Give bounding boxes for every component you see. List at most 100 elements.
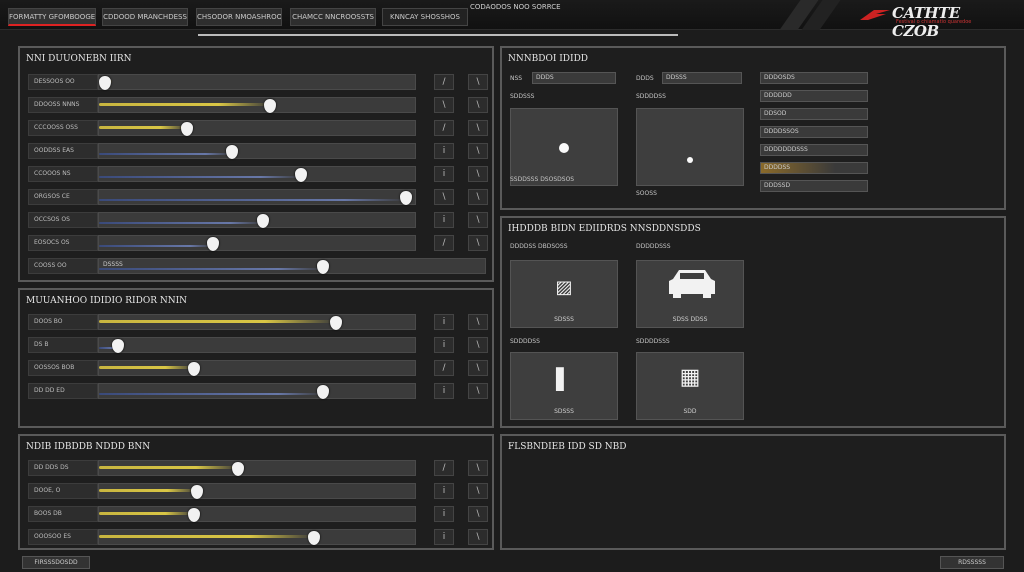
slider-label: DD DDS DS <box>28 460 98 476</box>
seat-icon: ▦ <box>679 365 701 390</box>
slider-fill <box>99 268 323 270</box>
edit-icon[interactable]: i <box>434 383 454 399</box>
edit-icon[interactable]: / <box>434 74 454 90</box>
slider-track[interactable]: DSSSS <box>98 258 486 274</box>
tab-4[interactable]: CHAMCC NNCROOSSTS <box>290 8 376 26</box>
edit-icon[interactable]: i <box>434 483 454 499</box>
link-icon[interactable]: \ <box>468 74 488 90</box>
slider-track[interactable] <box>98 74 416 90</box>
slider-thumb[interactable] <box>295 168 308 182</box>
list-item[interactable]: DDDOSDS <box>760 72 868 84</box>
edit-icon[interactable]: i <box>434 506 454 522</box>
edit-icon[interactable]: / <box>434 120 454 136</box>
tab-1[interactable]: FORMATTY GFOMBOOGE <box>8 8 96 26</box>
list-item[interactable]: DDSOD <box>760 108 868 120</box>
link-icon[interactable]: \ <box>468 212 488 228</box>
slider-track[interactable] <box>98 97 416 113</box>
link-icon[interactable]: \ <box>468 166 488 182</box>
option-box-2[interactable]: SDSS DDSS <box>636 260 744 328</box>
edit-icon[interactable]: / <box>434 360 454 376</box>
link-icon[interactable]: \ <box>468 460 488 476</box>
edit-icon[interactable]: i <box>434 337 454 353</box>
link-icon[interactable]: \ <box>468 97 488 113</box>
link-icon[interactable]: \ <box>468 189 488 205</box>
slider-thumb[interactable] <box>232 462 245 476</box>
edit-icon[interactable]: i <box>434 143 454 159</box>
edit-icon[interactable]: i <box>434 166 454 182</box>
slider-track[interactable] <box>98 120 416 136</box>
slider-thumb[interactable] <box>206 237 219 251</box>
slider-thumb[interactable] <box>316 260 329 274</box>
slider-thumb[interactable] <box>225 145 238 159</box>
field-value[interactable]: DDDS <box>532 72 616 84</box>
tab-5[interactable]: KNNCAY SHOSSHOS <box>382 8 468 26</box>
slider-thumb[interactable] <box>330 316 342 330</box>
link-icon[interactable]: \ <box>468 235 488 251</box>
edit-icon[interactable]: / <box>434 460 454 476</box>
link-icon[interactable]: \ <box>468 383 488 399</box>
edit-icon[interactable]: \ <box>434 189 454 205</box>
slider-thumb[interactable] <box>111 339 124 353</box>
slider-track[interactable] <box>98 506 416 522</box>
slider-track[interactable] <box>98 212 416 228</box>
edit-icon[interactable]: i <box>434 212 454 228</box>
slider-thumb[interactable] <box>187 362 200 376</box>
list-item[interactable]: DDDSSD <box>760 180 868 192</box>
footer-left-button[interactable]: FIRSSSDOSDD <box>22 556 90 569</box>
field-value[interactable]: DDSSS <box>662 72 742 84</box>
slider-track[interactable] <box>98 314 416 330</box>
slider-thumb[interactable] <box>181 122 194 136</box>
slider-thumb[interactable] <box>263 99 276 113</box>
slider-track[interactable] <box>98 143 416 159</box>
slider-inner-label: DSSSS <box>103 261 123 268</box>
slider-track[interactable] <box>98 189 416 205</box>
slider-fill <box>99 153 232 155</box>
option-box-3[interactable]: ▌ SDSSS <box>510 352 618 420</box>
link-icon[interactable]: \ <box>468 529 488 545</box>
slider-track[interactable] <box>98 483 416 499</box>
slider-track[interactable] <box>98 337 416 353</box>
list-item[interactable]: DDDDSSOS <box>760 126 868 138</box>
link-icon[interactable]: \ <box>468 506 488 522</box>
link-icon[interactable]: \ <box>468 120 488 136</box>
slider-thumb[interactable] <box>317 385 330 399</box>
preview-box-2[interactable] <box>636 108 744 186</box>
edit-icon[interactable]: / <box>434 235 454 251</box>
link-icon[interactable]: \ <box>468 360 488 376</box>
link-icon[interactable]: \ <box>468 143 488 159</box>
preview-box-1[interactable] <box>510 108 618 186</box>
slider-track[interactable] <box>98 460 416 476</box>
box-caption: SDSS DDSS <box>672 316 708 323</box>
option-box-1[interactable]: ▨ SDSSS <box>510 260 618 328</box>
slider-thumb[interactable] <box>190 485 203 499</box>
slider-thumb[interactable] <box>257 214 270 228</box>
list-item[interactable]: DDDDDD <box>760 90 868 102</box>
panel-title: IHDDDB BIDN EDIIDRDS NNSDDNSDDS <box>508 224 701 234</box>
tab-3[interactable]: CHSODOR NMOASHROOS <box>196 8 282 26</box>
footer-right-button[interactable]: RDSSSSS <box>940 556 1004 569</box>
slider-thumb[interactable] <box>399 191 412 205</box>
option-box-4[interactable]: ▦ SDD <box>636 352 744 420</box>
list-item[interactable]: DDDDDDDSSS <box>760 144 868 156</box>
slider-track[interactable] <box>98 383 416 399</box>
slider-track[interactable] <box>98 235 416 251</box>
edit-icon[interactable]: i <box>434 529 454 545</box>
slider-track[interactable] <box>98 166 416 182</box>
slider-row: DOOE, O i \ <box>28 483 488 499</box>
tab-2[interactable]: CDDOOD MRANCHDESS <box>102 8 188 26</box>
edit-icon[interactable]: i <box>434 314 454 330</box>
slider-thumb[interactable] <box>99 76 112 90</box>
slider-thumb[interactable] <box>307 531 320 545</box>
edit-icon[interactable]: \ <box>434 97 454 113</box>
link-icon[interactable]: \ <box>468 314 488 330</box>
slider-label: OOSSOS BOB <box>28 360 98 376</box>
list-item[interactable]: DDDDSS <box>760 162 868 174</box>
slider-fill <box>99 366 194 369</box>
link-icon[interactable]: \ <box>468 337 488 353</box>
slider-track[interactable] <box>98 360 416 376</box>
box-heading: SDDSSS <box>510 93 535 100</box>
link-icon[interactable]: \ <box>468 483 488 499</box>
slider-fill <box>99 176 302 178</box>
slider-thumb[interactable] <box>187 508 200 522</box>
slider-track[interactable] <box>98 529 416 545</box>
